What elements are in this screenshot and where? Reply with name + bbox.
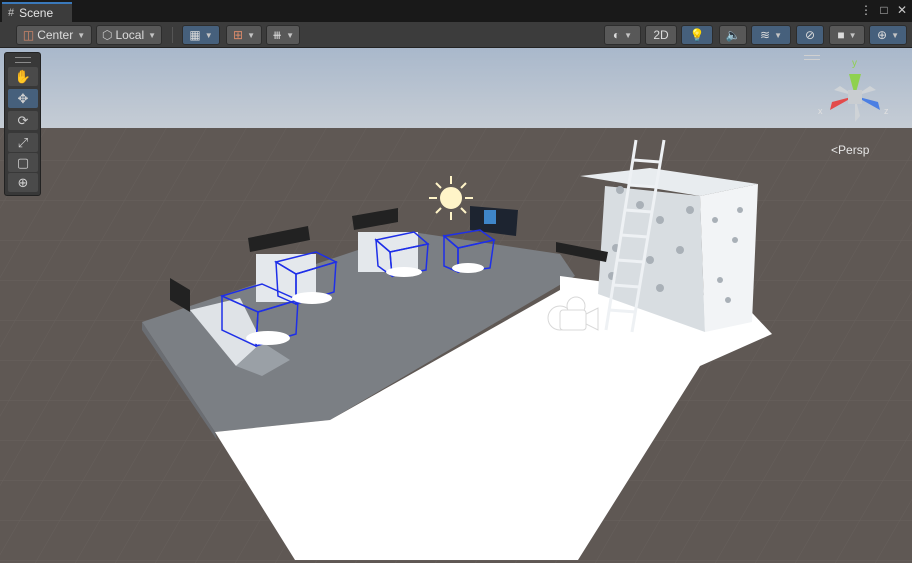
gizmo-axis-x[interactable]: x xyxy=(818,106,823,116)
sky xyxy=(0,48,912,138)
lighting-toggle[interactable]: 💡 xyxy=(681,25,713,45)
toggle-2d-label: 2D xyxy=(653,28,669,42)
wall-side xyxy=(700,184,758,332)
gizmos-dropdown[interactable]: ⊕ ▼ xyxy=(869,25,907,45)
hand-icon: ✋ xyxy=(14,68,32,84)
grid-visibility-dropdown[interactable]: ⧻ ▼ xyxy=(266,25,300,45)
chevron-down-icon: ▼ xyxy=(848,30,857,40)
chevron-down-icon: ▼ xyxy=(148,30,157,40)
pivot-rotation-label: Local xyxy=(115,28,145,42)
scene-grid-icon: # xyxy=(8,7,15,19)
chevron-down-icon: ▼ xyxy=(286,30,294,40)
toolbar-divider xyxy=(172,27,173,43)
audio-toggle[interactable]: 🔈 xyxy=(719,25,747,45)
projection-label: Persp xyxy=(838,143,870,157)
audio-muted-icon: 🔈 xyxy=(725,28,741,42)
tab-scene[interactable]: # Scene xyxy=(2,2,72,22)
gizmo-axis-y[interactable]: y xyxy=(852,58,857,69)
close-icon[interactable]: ✕ xyxy=(896,3,908,17)
scene-viewport[interactable] xyxy=(0,48,912,563)
toggle-2d-button[interactable]: 2D xyxy=(645,25,677,45)
move-tool-button[interactable]: ✥ xyxy=(8,89,38,108)
gizmo-menu-icon[interactable] xyxy=(804,55,820,60)
rotate-tool-button[interactable]: ⟳ xyxy=(8,111,38,130)
scene-render xyxy=(0,48,912,563)
maximize-icon[interactable]: □ xyxy=(878,3,890,17)
chevron-down-icon: ▼ xyxy=(891,30,899,40)
chevron-down-icon: ▼ xyxy=(774,30,782,40)
chevron-down-icon: ▼ xyxy=(77,30,86,40)
grid-snap-toggle[interactable]: ▦ ▼ xyxy=(182,25,220,45)
increment-snap-toggle[interactable]: ⊞ ▼ xyxy=(226,25,262,45)
scale-icon: ⤢ xyxy=(17,134,29,150)
window-tab-bar: # Scene ⋮ □ ✕ xyxy=(0,0,912,22)
hidden-objects-toggle[interactable]: ⊘ xyxy=(796,25,824,45)
camera-settings-dropdown[interactable]: ■ ▼ xyxy=(829,25,865,45)
pivot-center-icon: ◫ xyxy=(22,28,35,42)
pivot-mode-dropdown[interactable]: ◫ Center ▼ xyxy=(16,25,92,45)
tool-palette: ✋ ✥ ⟳ ⤢ ▢ ⊕ xyxy=(4,52,41,196)
palette-drag-handle[interactable] xyxy=(15,57,31,63)
chevron-down-icon: ▼ xyxy=(247,30,255,40)
move-arrows-icon: ✥ xyxy=(17,90,29,106)
gizmo-axis-z[interactable]: z xyxy=(884,106,889,116)
camera-icon: ■ xyxy=(837,28,845,42)
grid-snap-icon: ▦ xyxy=(189,28,201,42)
effects-dropdown[interactable]: ≋ ▼ xyxy=(751,25,791,45)
cube-icon: ⬡ xyxy=(101,28,113,42)
kiosk-2 xyxy=(248,226,316,302)
pivot-mode-label: Center xyxy=(37,28,74,42)
chevron-down-icon: ▼ xyxy=(204,30,213,40)
chevron-down-icon: ▼ xyxy=(624,30,633,40)
draw-mode-dropdown[interactable]: ◐ ▼ xyxy=(604,25,641,45)
snap-increment-icon: ⊞ xyxy=(233,28,244,42)
rotate-icon: ⟳ xyxy=(17,112,29,128)
rect-transform-icon: ▢ xyxy=(16,154,30,170)
scale-tool-button[interactable]: ⤢ xyxy=(8,133,38,152)
more-options-icon[interactable]: ⋮ xyxy=(860,3,872,17)
pivot-rotation-dropdown[interactable]: ⬡ Local ▼ xyxy=(96,25,162,45)
hand-tool-button[interactable]: ✋ xyxy=(8,67,38,86)
perspective-icon: < xyxy=(831,143,839,157)
transform-icon: ⊕ xyxy=(17,174,29,190)
rect-tool-button[interactable]: ▢ xyxy=(8,153,38,172)
projection-toggle[interactable]: <Persp xyxy=(831,143,869,157)
transform-tool-button[interactable]: ⊕ xyxy=(8,173,38,192)
eye-hidden-icon: ⊘ xyxy=(804,28,816,42)
shading-sphere-icon: ◐ xyxy=(612,28,621,42)
scene-toolbar: ◫ Center ▼ ⬡ Local ▼ ▦ ▼ ⊞ ▼ ⧻ ▼ ◐ ▼ 2D … xyxy=(0,22,912,48)
layers-effects-icon: ≋ xyxy=(760,28,771,42)
gizmo-sphere-icon: ⊕ xyxy=(877,28,888,42)
window-controls: ⋮ □ ✕ xyxy=(860,3,908,17)
light-bulb-icon: 💡 xyxy=(689,28,705,42)
grid-lines-icon: ⧻ xyxy=(272,28,283,42)
tab-scene-label: Scene xyxy=(19,6,54,20)
